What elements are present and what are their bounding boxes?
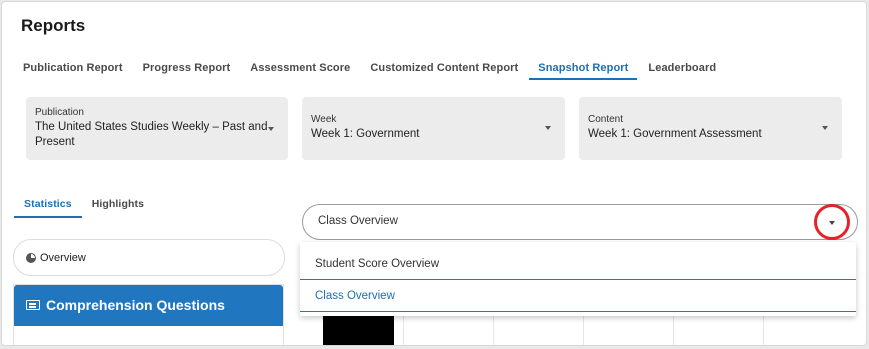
week-select-value: Week 1: Government bbox=[311, 128, 420, 140]
menu-item-class-overview[interactable]: Class Overview bbox=[300, 280, 856, 312]
tab-snapshot-report[interactable]: Snapshot Report bbox=[529, 58, 638, 80]
view-select[interactable]: Class Overview bbox=[302, 204, 858, 240]
reports-card: Reports Publication Report Progress Repo… bbox=[1, 1, 867, 346]
week-select-label: Week bbox=[311, 114, 337, 125]
publication-select-value-line1: The United States Studies Weekly – Past … bbox=[35, 121, 268, 133]
publication-select[interactable]: Publication The United States Studies We… bbox=[26, 97, 288, 160]
menu-item-student-score-overview[interactable]: Student Score Overview bbox=[300, 248, 856, 280]
overview-button[interactable]: Overview bbox=[13, 239, 285, 276]
publication-select-value-line2: Present bbox=[35, 136, 75, 148]
overview-label: Overview bbox=[40, 252, 86, 264]
chevron-down-icon bbox=[545, 126, 551, 130]
chevron-down-icon bbox=[268, 127, 274, 131]
page-title: Reports bbox=[21, 16, 86, 35]
report-tabs: Publication Report Progress Report Asses… bbox=[14, 58, 727, 80]
publication-select-label: Publication bbox=[35, 107, 84, 118]
card-icon bbox=[26, 300, 40, 310]
tab-assessment-score[interactable]: Assessment Score bbox=[241, 58, 359, 80]
tab-statistics[interactable]: Statistics bbox=[14, 195, 82, 218]
view-select-menu: Student Score Overview Class Overview bbox=[300, 242, 856, 316]
sub-tabs: Statistics Highlights bbox=[14, 195, 154, 218]
menu-item-label: Student Score Overview bbox=[315, 258, 440, 270]
highlight-circle bbox=[814, 204, 850, 240]
comprehension-questions-panel: Comprehension Questions bbox=[13, 284, 284, 345]
pie-chart-icon bbox=[26, 253, 36, 263]
content-select-value: Week 1: Government Assessment bbox=[588, 128, 762, 140]
menu-item-label: Class Overview bbox=[315, 290, 395, 302]
content-select[interactable]: Content Week 1: Government Assessment bbox=[579, 97, 842, 160]
week-select[interactable]: Week Week 1: Government bbox=[302, 97, 565, 160]
comprehension-questions-title: Comprehension Questions bbox=[46, 297, 225, 313]
chevron-down-icon bbox=[822, 126, 828, 130]
chart-bar bbox=[323, 316, 394, 345]
content-select-label: Content bbox=[588, 114, 624, 125]
view-select-value: Class Overview bbox=[318, 215, 398, 227]
tab-leaderboard[interactable]: Leaderboard bbox=[639, 58, 725, 80]
tab-publication-report[interactable]: Publication Report bbox=[14, 58, 132, 80]
tab-highlights[interactable]: Highlights bbox=[82, 195, 154, 218]
tab-progress-report[interactable]: Progress Report bbox=[134, 58, 240, 80]
comprehension-questions-header[interactable]: Comprehension Questions bbox=[14, 285, 283, 326]
tab-customized-content-report[interactable]: Customized Content Report bbox=[361, 58, 527, 80]
